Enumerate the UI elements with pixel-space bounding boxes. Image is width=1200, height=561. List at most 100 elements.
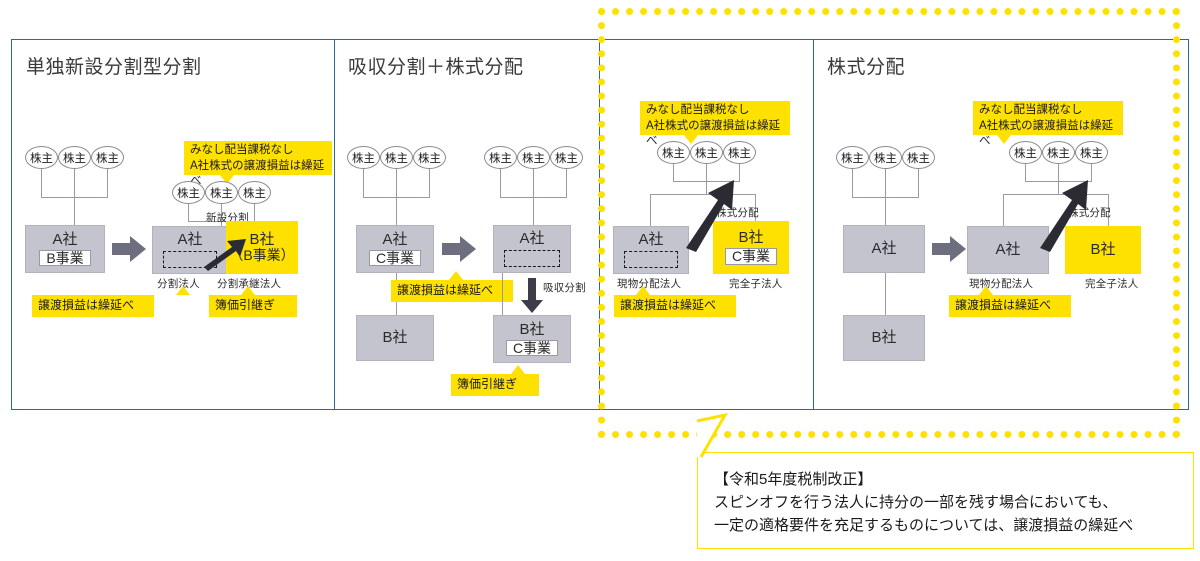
- company-name: A社: [52, 230, 78, 248]
- panel-title: 吸収分割＋株式分配: [348, 57, 524, 78]
- shareholder-oval: 株主: [413, 146, 446, 169]
- tax-reform-note: 【令和5年度税制改正】 スピンオフを行う法人に持分の一部を残す場合においても、 …: [696, 412, 1194, 549]
- connector: [107, 169, 108, 197]
- company-name: A社: [177, 231, 203, 249]
- process-arrow-icon: [442, 236, 476, 262]
- shareholder-oval: 株主: [1075, 141, 1108, 164]
- connector: [1003, 194, 1004, 226]
- connector: [533, 169, 534, 197]
- shareholder-oval: 株主: [25, 146, 58, 169]
- company-name: A社: [382, 230, 408, 248]
- business-label: C事業: [505, 339, 559, 357]
- shareholder-oval: 株主: [657, 141, 690, 164]
- empty-business-slot: [624, 250, 678, 268]
- connector: [885, 273, 886, 315]
- company-name: A社: [519, 230, 545, 248]
- empty-business-slot: [504, 249, 560, 267]
- shareholder-oval: 株主: [690, 141, 723, 164]
- company-box-a: A社: [613, 226, 689, 274]
- company-name: B社: [871, 329, 897, 347]
- shareholder-oval: 株主: [723, 141, 756, 164]
- absorption-label: 吸収分割: [543, 282, 586, 294]
- company-box-b: B社: [356, 315, 434, 361]
- tag-deferral-left: 譲渡損益は繰延べ: [32, 286, 190, 317]
- panel-title: 単独新設分割型分割: [26, 57, 202, 78]
- panel-frame: 単独新設分割型分割 株主 株主 株主 A社 B事業 みなし配当課税なし A社株式…: [11, 39, 1189, 410]
- business-label: C事業: [368, 249, 422, 267]
- company-name: B社: [738, 229, 764, 247]
- process-arrow-icon: [112, 236, 146, 262]
- transfer-arrow-icon: [202, 236, 248, 272]
- company-name: A社: [871, 240, 897, 258]
- absorption-arrow-icon: [520, 278, 544, 319]
- tag-deferral: 譲渡損益は繰延べ: [614, 286, 736, 317]
- panel-kabushiki-bunpai-mid: みなし配当課税なし A社株式の譲渡損益は繰延べ 株主 株主 株主 株式分配 A社…: [599, 40, 813, 409]
- shareholder-oval: 株主: [205, 181, 238, 204]
- tag-deemed-dividend: みなし配当課税なし A社株式の譲渡損益は繰延べ: [640, 101, 790, 147]
- company-box-a: A社 C事業: [356, 225, 434, 273]
- diagram-canvas: 単独新設分割型分割 株主 株主 株主 A社 B事業 みなし配当課税なし A社株式…: [0, 0, 1200, 561]
- business-label: B事業: [39, 249, 91, 267]
- shareholder-oval: 株主: [484, 146, 517, 169]
- connector: [885, 197, 886, 225]
- connector: [396, 169, 397, 197]
- company-box-b: B社: [843, 315, 925, 361]
- connector: [502, 273, 503, 315]
- shareholder-oval: 株主: [836, 146, 869, 169]
- tag-deemed-dividend: みなし配当課税なし A社株式の譲渡損益は繰延べ: [973, 101, 1123, 147]
- connector: [74, 169, 75, 197]
- shareholder-oval: 株主: [1042, 141, 1075, 164]
- panel-tandoku-shinsetsu: 単独新設分割型分割 株主 株主 株主 A社 B事業 みなし配当課税なし A社株式…: [12, 40, 334, 409]
- company-name: B社: [519, 320, 545, 338]
- company-name: A社: [995, 241, 1021, 259]
- connector: [41, 169, 42, 197]
- tag-book-value: 簿価引継ぎ: [451, 365, 539, 396]
- connector: [852, 169, 853, 197]
- connector: [254, 204, 255, 221]
- shareholder-oval: 株主: [517, 146, 550, 169]
- tag-deemed-dividend: みなし配当課税なし A社株式の譲渡損益は繰延べ: [184, 141, 332, 187]
- share-distribution-arrow-icon: [1038, 176, 1096, 252]
- note-text: 【令和5年度税制改正】 スピンオフを行う法人に持分の一部を残す場合においても、 …: [714, 471, 1134, 534]
- panel-kyushu-bunkatsu: 吸収分割＋株式分配 株主 株主 株主 A社 C事業 B社 譲渡損益は繰延べ 株主…: [334, 40, 599, 409]
- role-label-kanzenko: 完全子法人: [1085, 278, 1139, 290]
- company-box-a: A社 B事業: [25, 225, 105, 273]
- company-name: A社: [638, 231, 664, 249]
- shareholder-oval: 株主: [238, 181, 271, 204]
- connector: [500, 169, 501, 197]
- connector: [1025, 164, 1026, 181]
- connector: [396, 197, 397, 225]
- shareholder-oval: 株主: [1009, 141, 1042, 164]
- shareholder-oval: 株主: [550, 146, 583, 169]
- connector: [673, 164, 674, 181]
- panel-kabushiki-bunpai: 株式分配 株主 株主 株主 A社 B社 みなし配当課税なし A社株式の譲渡損益は…: [813, 40, 1189, 409]
- company-name: B社: [382, 329, 408, 347]
- shareholder-oval: 株主: [380, 146, 413, 169]
- connector: [885, 169, 886, 197]
- process-arrow-icon: [932, 236, 966, 262]
- shareholder-oval: 株主: [91, 146, 124, 169]
- panel-title: 株式分配: [827, 57, 906, 78]
- connector: [650, 194, 651, 226]
- connector: [188, 204, 189, 221]
- tag-book-value: 簿価引継ぎ: [209, 286, 297, 317]
- connector: [429, 169, 430, 197]
- connector: [533, 197, 534, 225]
- company-box-a-after: A社: [967, 226, 1049, 274]
- shareholder-oval: 株主: [172, 181, 205, 204]
- connector: [566, 169, 567, 197]
- connector: [363, 169, 364, 197]
- role-label-kanzenko: 完全子法人: [729, 278, 783, 290]
- shareholder-oval: 株主: [869, 146, 902, 169]
- tag-deferral: 譲渡損益は繰延べ: [391, 271, 513, 302]
- callout-tail-icon: [696, 412, 728, 458]
- tag-deferral: 譲渡損益は繰延べ: [949, 286, 1071, 317]
- share-distribution-arrow-icon: [684, 176, 742, 252]
- shareholder-oval: 株主: [902, 146, 935, 169]
- shareholder-oval: 株主: [58, 146, 91, 169]
- connector: [74, 197, 75, 225]
- company-box-b-after: B社 C事業: [493, 315, 571, 363]
- shareholder-oval: 株主: [347, 146, 380, 169]
- company-name: B社: [249, 231, 275, 249]
- company-box-a-after: A社: [493, 225, 571, 273]
